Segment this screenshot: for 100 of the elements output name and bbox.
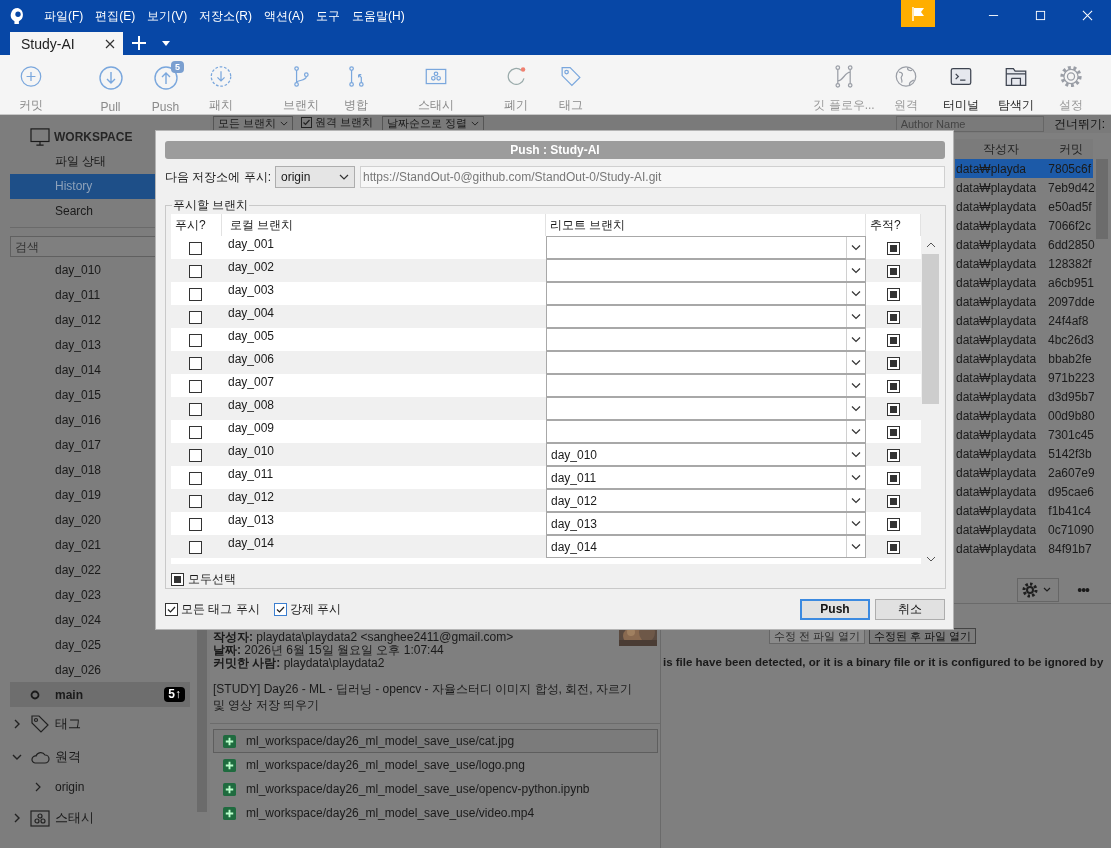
- commit-row[interactable]: data₩playdata 0c71090: [955, 520, 1093, 539]
- push-checkbox[interactable]: [188, 334, 202, 347]
- sidebar-section[interactable]: 태그: [0, 707, 197, 740]
- commit-row[interactable]: data₩playdata bbab2fe: [955, 349, 1093, 368]
- commit-row[interactable]: data₩playdata 84f91b7: [955, 539, 1093, 558]
- commit-row[interactable]: data₩playdata 971b223: [955, 368, 1093, 387]
- push-checkbox[interactable]: [188, 472, 202, 485]
- settings-button[interactable]: [1017, 577, 1060, 602]
- track-checkbox[interactable]: [887, 380, 900, 393]
- file-item[interactable]: ml_workspace/day26_ml_model_save_use/opencv-python.ipynb: [213, 777, 658, 801]
- commit-row[interactable]: data₩playdata a6cb951: [955, 273, 1093, 292]
- add-tab-icon[interactable]: [132, 36, 146, 50]
- toolbar-button[interactable]: 터미널: [933, 65, 988, 114]
- sidebar-section[interactable]: 스태시: [0, 801, 197, 834]
- tab[interactable]: Study-AI: [10, 32, 123, 55]
- track-checkbox[interactable]: [887, 403, 900, 416]
- commit-row[interactable]: data₩playda 7805c6f: [955, 159, 1093, 178]
- close-icon[interactable]: [105, 38, 115, 49]
- track-checkbox[interactable]: [887, 242, 900, 255]
- commit-row[interactable]: data₩playdata d95cae6: [955, 482, 1093, 501]
- option-checkbox[interactable]: [273, 602, 287, 616]
- push-checkbox[interactable]: [188, 242, 202, 255]
- push-checkbox[interactable]: [188, 380, 202, 393]
- commit-row[interactable]: data₩playdata 7eb9d42: [955, 178, 1093, 197]
- push-checkbox[interactable]: [188, 403, 202, 416]
- track-checkbox[interactable]: [887, 472, 900, 485]
- commit-row[interactable]: data₩playdata 24f4af8: [955, 311, 1093, 330]
- track-checkbox[interactable]: [887, 449, 900, 462]
- menu-item[interactable]: 저장소(R): [199, 8, 252, 25]
- file-item[interactable]: ml_workspace/day26_ml_model_save_use/cat.jpg: [213, 729, 658, 753]
- select-all-checkbox[interactable]: [171, 573, 184, 586]
- remote-branch-select[interactable]: day_010: [546, 443, 866, 466]
- commit-row[interactable]: data₩playdata e50ad5f: [955, 197, 1093, 216]
- push-checkbox[interactable]: [188, 541, 202, 554]
- commit-row[interactable]: data₩playdata 7066f2c: [955, 216, 1093, 235]
- toolbar-button[interactable]: 브랜치: [273, 65, 328, 114]
- commit-row[interactable]: data₩playdata f1b41c4: [955, 501, 1093, 520]
- toolbar-button[interactable]: Pull: [83, 65, 138, 114]
- track-checkbox[interactable]: [887, 334, 900, 347]
- file-item[interactable]: ml_workspace/day26_ml_model_save_use/video.mp4: [213, 801, 658, 825]
- commit-row[interactable]: data₩playdata 2097dde: [955, 292, 1093, 311]
- remote-branch-select[interactable]: day_013: [546, 512, 866, 535]
- track-checkbox[interactable]: [887, 518, 900, 531]
- caret-icon[interactable]: [162, 41, 170, 46]
- push-checkbox[interactable]: [188, 495, 202, 508]
- remote-branch-select[interactable]: day_014: [546, 535, 866, 558]
- push-checkbox[interactable]: [188, 265, 202, 278]
- toolbar-button[interactable]: 패치: [193, 65, 248, 114]
- track-checkbox[interactable]: [887, 357, 900, 370]
- commit-row[interactable]: data₩playdata 6dd2850: [955, 235, 1093, 254]
- logo-icon[interactable]: [10, 6, 26, 26]
- more-button[interactable]: •••: [1077, 581, 1089, 598]
- branch-item[interactable]: main 5↑: [10, 682, 190, 707]
- scroll-thumb[interactable]: [922, 254, 939, 404]
- commit-row[interactable]: data₩playdata 128382f: [955, 254, 1093, 273]
- menu-item[interactable]: 도구: [316, 8, 340, 25]
- commit-row[interactable]: data₩playdata d3d95b7: [955, 387, 1093, 406]
- file-item[interactable]: ml_workspace/day26_ml_model_save_use/logo.png: [213, 753, 658, 777]
- toolbar-button[interactable]: 커밋: [3, 65, 58, 114]
- toolbar-button[interactable]: 폐기: [488, 65, 543, 114]
- remote-item[interactable]: origin: [0, 773, 197, 801]
- chevron-icon[interactable]: [12, 718, 22, 729]
- push-checkbox[interactable]: [188, 426, 202, 439]
- chevron-icon[interactable]: [33, 782, 43, 792]
- toolbar-button[interactable]: 태그: [543, 65, 598, 114]
- column-header[interactable]: 커밋: [1045, 140, 1093, 158]
- remote-branches-checkbox[interactable]: [301, 117, 313, 128]
- track-checkbox[interactable]: [887, 495, 900, 508]
- menu-item[interactable]: 보기(V): [147, 8, 188, 25]
- track-checkbox[interactable]: [887, 426, 900, 439]
- branch-item[interactable]: day_025: [0, 632, 197, 657]
- push-checkbox[interactable]: [188, 449, 202, 462]
- remote-branch-select[interactable]: day_011: [546, 466, 866, 489]
- menu-item[interactable]: 도움말(H): [352, 8, 405, 25]
- push-checkbox[interactable]: [188, 288, 202, 301]
- scroll-up-icon[interactable]: [925, 242, 936, 248]
- column-header[interactable]: 작성자: [955, 140, 1046, 158]
- menu-item[interactable]: 액션(A): [264, 8, 304, 25]
- menu-item[interactable]: 편집(E): [95, 8, 136, 25]
- branch-item[interactable]: day_026: [0, 657, 197, 682]
- url-field[interactable]: https://StandOut-0@github.com/StandOut-0/Study-AI.git: [360, 166, 945, 188]
- push-checkbox[interactable]: [188, 518, 202, 531]
- remote-branch-select[interactable]: day_012: [546, 489, 866, 512]
- track-checkbox[interactable]: [887, 288, 900, 301]
- remote-select[interactable]: origin: [275, 166, 355, 188]
- push-button[interactable]: Push: [800, 598, 870, 620]
- commit-row[interactable]: data₩playdata 7301c45: [955, 425, 1093, 444]
- track-checkbox[interactable]: [887, 265, 900, 278]
- maximize-icon[interactable]: [1035, 10, 1046, 21]
- commit-row[interactable]: data₩playdata 2a607e9: [955, 463, 1093, 482]
- toolbar-button[interactable]: 탐색기: [988, 65, 1043, 114]
- scroll-down-icon[interactable]: [925, 556, 936, 562]
- push-checkbox[interactable]: [188, 311, 202, 324]
- cancel-button[interactable]: 취소: [875, 598, 945, 620]
- open-file-button[interactable]: 수정된 후 파일 열기: [869, 628, 977, 644]
- toolbar-button[interactable]: 스태시: [408, 65, 463, 114]
- menu-item[interactable]: 파일(F): [44, 8, 84, 25]
- push-checkbox[interactable]: [188, 357, 202, 370]
- chevron-icon[interactable]: [12, 812, 22, 823]
- commit-row[interactable]: data₩playdata 5142f3b: [955, 444, 1093, 463]
